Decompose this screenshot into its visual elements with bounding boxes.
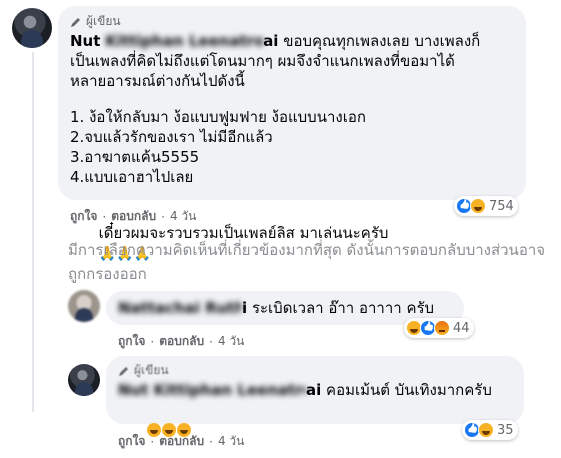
comment-text-line-3: หลายอารมณ์ต่างกันไปดังนี้ [70,72,245,90]
timestamp[interactable]: 4 วัน [170,207,196,226]
comment-thread: ผู้เขียน Nut Kittiphan Leenatroopaiai ขอ… [0,0,561,458]
author-badge-label: ผู้เขียน [86,14,121,28]
list-item: 3.อาฆาตแค้น5555 [70,148,200,166]
pen-icon [119,366,128,376]
like-link[interactable]: ถูกใจ [118,332,145,351]
like-link[interactable]: ถูกใจ [118,432,145,451]
author-avatar[interactable] [12,8,52,48]
haha-reaction-icon [478,422,494,438]
reply-text: ระเบิดเวลา อ๊าา อาาาา ครับ [251,299,435,317]
reply-link[interactable]: ตอบกลับ [159,332,204,351]
reaction-count: 35 [497,422,514,438]
reply-commenter-name-tail[interactable]: ai [306,381,321,399]
timestamp[interactable]: 4 วัน [218,432,244,451]
commenter-name[interactable]: Nut [70,32,100,50]
comment-bubble: ผู้เขียน Nut Kittiphan Leenatroopaiai ขอ… [58,6,526,262]
reply-actions: ถูกใจ · ตอบกลับ · 4 วัน [118,332,244,351]
reaction-summary[interactable]: 35 [462,420,518,440]
filtered-replies-notice: มีการเลือกความคิดเห็นที่เกี่ยวข้องมากที่… [68,241,546,283]
comment-text-line-1: ขอบคุณทุกเพลงเลย บางเพลงก็ [283,32,481,50]
reply-bubble: ผู้เขียน Nut Kittiphan Leenatroopaiai คอ… [106,356,524,437]
list-item: 4.แบบเอาฮาไปเลย [70,168,194,186]
timestamp[interactable]: 4 วัน [218,332,244,351]
comment-actions: ถูกใจ · ตอบกลับ · 4 วัน [70,207,196,226]
list-item: 2.จบแล้วรักของเรา ไม่มีอีกแล้ว [70,128,273,146]
thread-line [32,52,34,412]
like-link[interactable]: ถูกใจ [70,207,97,226]
reply-commenter-name-tail[interactable]: i [242,299,247,317]
commenter-name-tail[interactable]: ai [263,32,278,50]
reply-commenter-name-blurred[interactable]: Nut Kittiphan Leenatroopai [118,380,306,400]
reaction-count: 44 [453,320,470,336]
reaction-summary[interactable]: 754 [454,196,518,216]
reply-actions: ถูกใจ · ตอบกลับ · 4 วัน [118,432,244,451]
list-item: 1. ง้อให้กลับมา ง้อแบบฟูมฟาย ง้อแบบนางเอ… [70,108,366,126]
comment-text-line-2: เป็นเพลงที่คิดไม่ถึงแต่โดนมากๆ ผมจึงจำแน… [70,52,455,70]
angry-reaction-icon [434,320,450,336]
reply-link[interactable]: ตอบกลับ [159,432,204,451]
reply-commenter-name-blurred[interactable]: Nattachai Ruthawi [118,298,242,318]
haha-reaction-icon [470,198,486,214]
reaction-summary[interactable]: 44 [404,318,474,338]
author-badge: ผู้เขียน [118,361,512,380]
author-badge: ผู้เขียน [70,12,514,31]
reaction-count: 754 [489,198,514,214]
commenter-name-blurred[interactable]: Kittiphan Leenatroopai [105,31,263,51]
reply-text: คอมเม้นต์ บันเทิงมากครับ [326,381,492,399]
reply-link[interactable]: ตอบกลับ [111,207,156,226]
reply-avatar[interactable] [68,290,100,322]
author-avatar[interactable] [68,364,100,396]
pen-icon [71,17,80,27]
author-badge-label: ผู้เขียน [134,363,169,377]
